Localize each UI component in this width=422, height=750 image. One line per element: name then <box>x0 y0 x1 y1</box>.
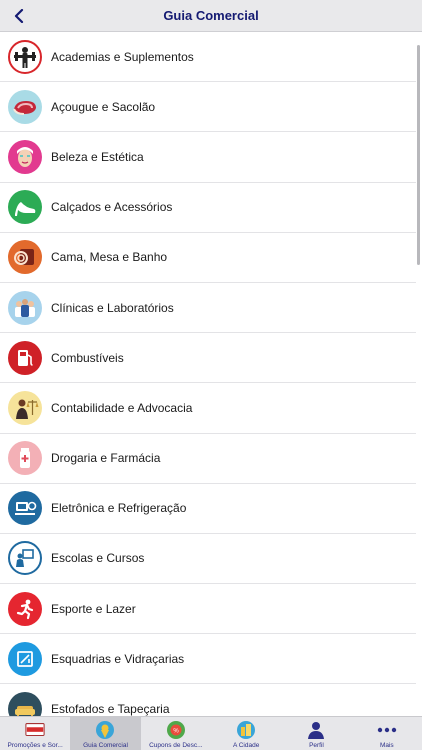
list-item[interactable]: Beleza e Estética <box>0 132 416 183</box>
coupon-icon: % <box>166 720 186 740</box>
tab-bar: Promoções e Sor... Guia Comercial % Cupo… <box>0 716 422 750</box>
school-icon <box>8 541 42 576</box>
list-item-label: Açougue e Sacolão <box>51 99 156 114</box>
promo-icon <box>25 720 45 740</box>
list-item-label: Escolas e Cursos <box>51 551 145 566</box>
list-item-label: Cama, Mesa e Banho <box>51 250 168 265</box>
towel-icon <box>8 240 42 275</box>
tab-label: Guia Comercial <box>83 742 128 749</box>
tab-cupons[interactable]: % Cupons de Desc... <box>141 717 211 750</box>
list-item-label: Eletrônica e Refrigeração <box>51 501 187 516</box>
list-item[interactable]: Contabilidade e Advocacia <box>0 383 416 434</box>
list-item[interactable]: Açougue e Sacolão <box>0 82 416 133</box>
tab-promocoes[interactable]: Promoções e Sor... <box>0 717 70 750</box>
tab-a-cidade[interactable]: A Cidade <box>211 717 281 750</box>
tab-guia-comercial[interactable]: Guia Comercial <box>70 717 141 750</box>
guide-icon <box>95 720 115 740</box>
list-item[interactable]: Esporte e Lazer <box>0 584 416 635</box>
list-item[interactable]: Esquadrias e Vidraçarias <box>0 634 416 685</box>
fuel-pump-icon <box>8 340 42 375</box>
svg-text:%: % <box>173 729 179 735</box>
window-icon <box>8 641 42 676</box>
back-button[interactable] <box>6 3 32 29</box>
list-item-label: Beleza e Estética <box>51 149 144 164</box>
list-item-label: Drogaria e Farmácia <box>51 451 161 466</box>
list-item-label: Clínicas e Laboratórios <box>51 300 174 315</box>
sofa-icon <box>8 692 42 716</box>
list-item-label: Contabilidade e Advocacia <box>51 400 193 415</box>
list-item-label: Esporte e Lazer <box>51 601 136 616</box>
chevron-left-icon <box>14 9 24 23</box>
person-icon <box>306 720 326 740</box>
pharmacy-icon <box>8 441 42 476</box>
city-icon <box>236 720 256 740</box>
electronics-icon <box>8 491 42 526</box>
list-item[interactable]: Estofados e Tapeçaria <box>0 684 416 716</box>
tab-label: Promoções e Sor... <box>7 742 63 749</box>
meat-icon <box>8 89 42 124</box>
tab-label: Mais <box>379 742 394 749</box>
list-item[interactable]: Combustíveis <box>0 333 416 384</box>
fitness-icon <box>8 39 42 74</box>
list-item-label: Esquadrias e Vidraçarias <box>51 651 185 666</box>
more-dots-icon <box>377 720 397 740</box>
tab-mais[interactable]: Mais <box>352 717 422 750</box>
list-item[interactable]: Clínicas e Laboratórios <box>0 283 416 334</box>
list-item[interactable]: Escolas e Cursos <box>0 534 416 585</box>
page-title: Guia Comercial <box>163 8 259 23</box>
list-item[interactable]: Eletrônica e Refrigeração <box>0 484 416 534</box>
tab-label: Perfil <box>309 742 324 749</box>
scrollbar[interactable] <box>417 45 420 265</box>
list-item-label: Combustíveis <box>51 350 124 365</box>
nav-bar: Guia Comercial <box>0 0 422 32</box>
doctors-icon <box>8 290 42 325</box>
tab-label: A Cidade <box>232 742 260 749</box>
tab-perfil[interactable]: Perfil <box>281 717 351 750</box>
beauty-icon <box>8 139 42 174</box>
list-item[interactable]: Academias e Suplementos <box>0 32 416 83</box>
list-item[interactable]: Drogaria e Farmácia <box>0 434 416 484</box>
tab-label: Cupons de Desc... <box>149 742 203 749</box>
list-item-label: Academias e Suplementos <box>51 49 194 64</box>
running-icon <box>8 591 42 626</box>
list-item-label: Estofados e Tapeçaria <box>51 702 170 716</box>
category-list[interactable]: Academias e Suplementos Açougue e Sacolã… <box>0 32 416 716</box>
list-item[interactable]: Calçados e Acessórios <box>0 183 416 233</box>
list-item-label: Calçados e Acessórios <box>51 200 173 215</box>
scales-icon <box>8 390 42 425</box>
list-item[interactable]: Cama, Mesa e Banho <box>0 233 416 283</box>
high-heel-icon <box>8 190 42 225</box>
